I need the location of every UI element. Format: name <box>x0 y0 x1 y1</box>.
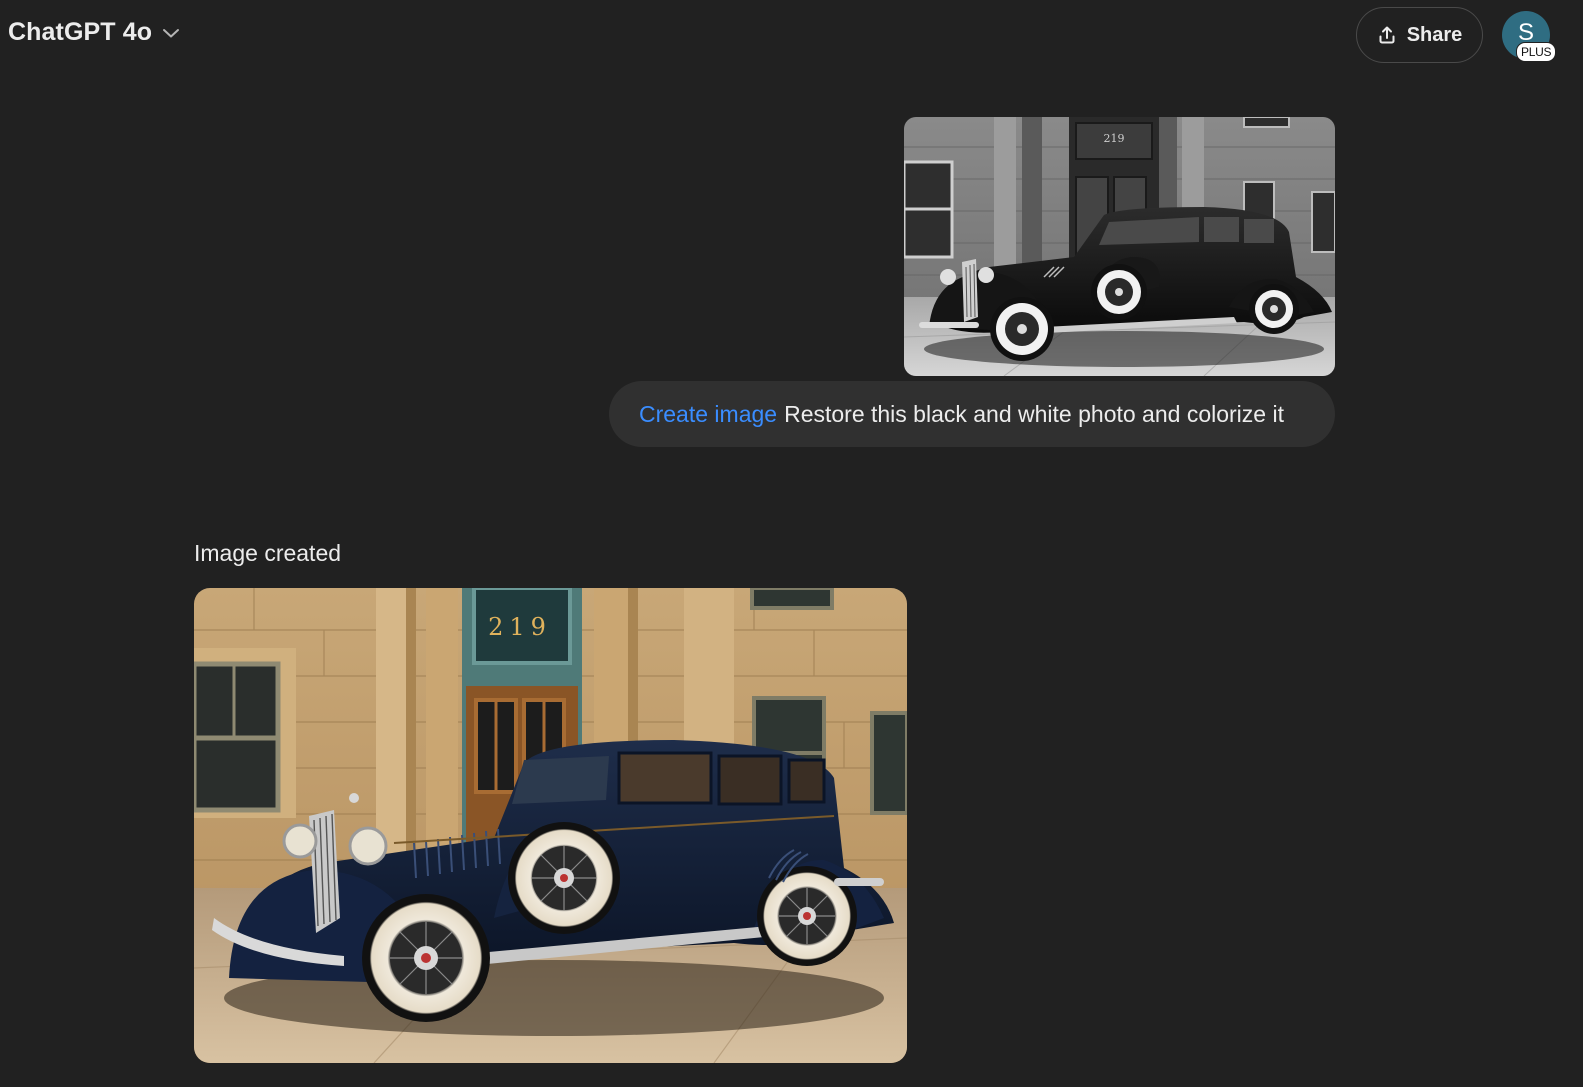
colorized-car-photo: 219 <box>194 588 907 1063</box>
user-message-text: Restore this black and white photo and c… <box>784 400 1284 427</box>
bw-building-number: 219 <box>1104 132 1125 145</box>
model-selector[interactable]: ChatGPT 4o <box>8 18 180 47</box>
share-button[interactable]: Share <box>1356 7 1483 63</box>
user-avatar[interactable]: S PLUS <box>1502 11 1557 62</box>
model-name: ChatGPT 4o <box>8 18 153 46</box>
top-bar: ChatGPT 4o Share S PLUS <box>0 0 1583 72</box>
share-label: Share <box>1406 23 1463 46</box>
user-message-bubble: Create image Restore this black and whit… <box>609 381 1335 447</box>
building-number: 219 <box>488 613 552 641</box>
generated-image[interactable]: 219 <box>194 588 907 1063</box>
user-attachment-image[interactable]: 219 <box>904 117 1335 376</box>
share-icon <box>1377 25 1397 45</box>
assistant-status-text: Image created <box>194 540 342 566</box>
bw-car-photo: 219 <box>904 117 1335 376</box>
plan-badge: PLUS <box>1516 42 1557 62</box>
chevron-down-icon <box>162 27 180 39</box>
create-image-chip[interactable]: Create image <box>639 401 777 428</box>
